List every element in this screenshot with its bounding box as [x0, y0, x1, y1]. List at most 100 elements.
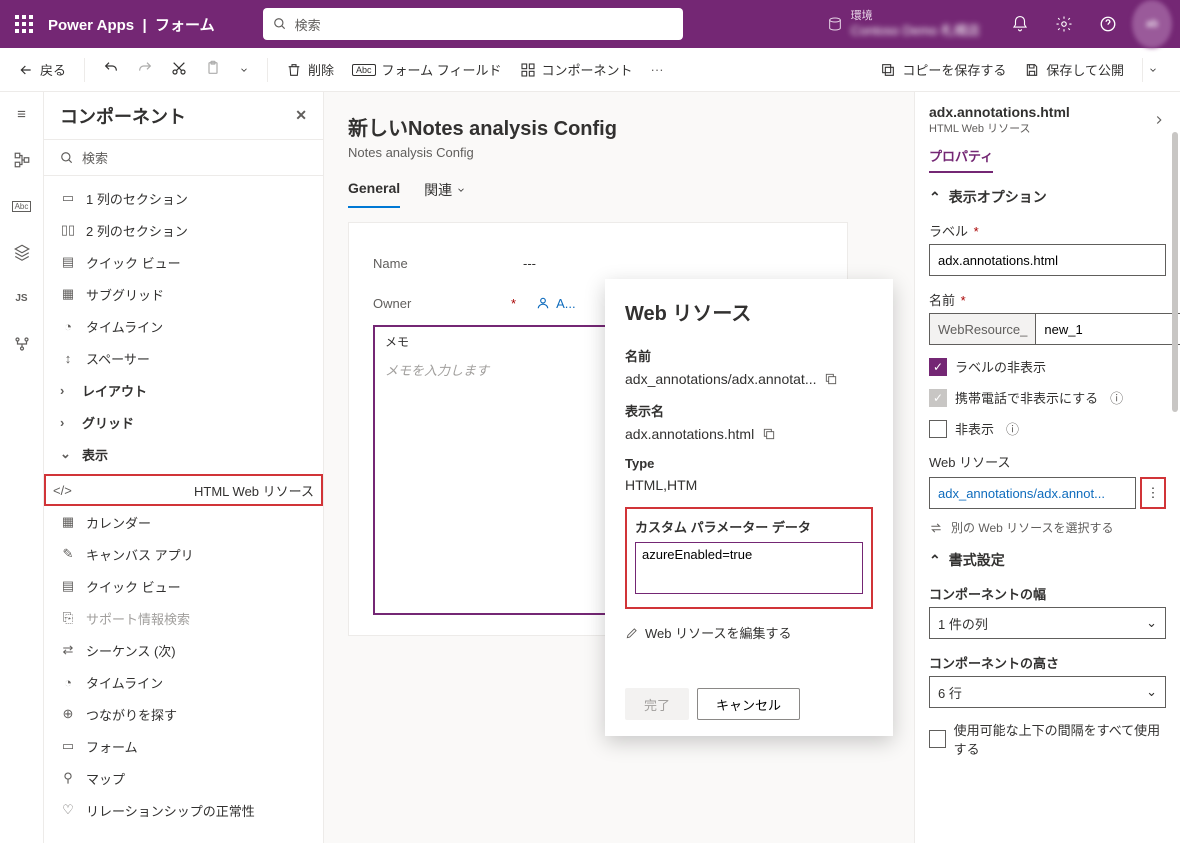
paste-icon [205, 60, 221, 76]
dialog-title: Web リソース [625, 297, 873, 326]
command-bar: 戻る 削除 Abc フォーム フィールド コンポーネント ··· コピーを保存す… [0, 48, 1180, 92]
copy-icon[interactable] [762, 427, 776, 441]
redo-icon [137, 60, 153, 76]
global-search[interactable]: 検索 [263, 8, 683, 40]
form-tabs: General 関連 [348, 180, 890, 208]
list-item[interactable]: ▭1 列のセクション [44, 182, 323, 214]
chevron-down-icon [456, 185, 466, 195]
list-item[interactable]: ▦カレンダー [44, 506, 323, 538]
custom-parameter-highlight: カスタム パラメーター データ [625, 507, 873, 609]
form-field-icon: Abc [352, 64, 376, 76]
web-resource-value[interactable]: adx_annotations/adx.annot... [929, 477, 1136, 509]
name-prefix: WebResource_ [929, 313, 1035, 345]
cut-button[interactable] [171, 60, 187, 79]
copy-icon[interactable] [824, 372, 838, 386]
list-item[interactable]: ⇄シーケンス (次) [44, 634, 323, 666]
page-title: 新しいNotes analysis Config [348, 112, 890, 141]
group-grid[interactable]: ›グリッド [44, 406, 323, 438]
save-publish-icon [1024, 62, 1040, 78]
trash-icon [286, 62, 302, 78]
custom-parameter-input[interactable] [635, 542, 863, 594]
undo-icon [103, 60, 119, 76]
list-item[interactable]: ▦サブグリッド [44, 278, 323, 310]
list-item[interactable]: ◔タイムライン [44, 310, 323, 342]
use-space-checkbox[interactable]: 使用可能な上下の間隔をすべて使用する [929, 720, 1166, 758]
chevron-down-icon[interactable] [239, 65, 249, 75]
undo-button[interactable] [103, 60, 119, 79]
hide-phone-checkbox[interactable]: ✓携帯電話で非表示にするⓘ [929, 388, 1166, 407]
list-item[interactable]: ▤クイック ビュー [44, 570, 323, 602]
form-canvas: 新しいNotes analysis Config Notes analysis … [324, 92, 914, 843]
environment-icon [827, 16, 843, 32]
notifications-icon[interactable] [1000, 0, 1040, 48]
component-width-select[interactable]: 1 件の列⌄ [929, 607, 1166, 639]
environment-picker[interactable]: 環境 Contoso Demo 札幌店 [827, 10, 980, 39]
list-item[interactable]: ⚲マップ [44, 762, 323, 794]
overflow-button[interactable]: ··· [651, 62, 664, 77]
cut-icon [171, 60, 187, 76]
save-split-chevron[interactable] [1142, 58, 1162, 82]
web-resource-dialog: Web リソース 名前 adx_annotations/adx.annotat.… [605, 279, 893, 736]
component-height-select[interactable]: 6 行⌄ [929, 676, 1166, 708]
rail-data-icon[interactable] [6, 328, 38, 360]
group-display[interactable]: ⌄表示 [44, 438, 323, 470]
save-copy-button[interactable]: コピーを保存する [880, 60, 1006, 79]
close-icon[interactable]: ✕ [295, 107, 307, 124]
app-launcher-icon[interactable] [8, 8, 40, 40]
group-layout[interactable]: ›レイアウト [44, 374, 323, 406]
list-item[interactable]: ◔タイムライン [44, 666, 323, 698]
rail-tree-icon[interactable] [6, 144, 38, 176]
tab-properties[interactable]: プロパティ [929, 146, 993, 173]
rail-layers-icon[interactable] [6, 236, 38, 268]
list-item[interactable]: ▭フォーム [44, 730, 323, 762]
list-item[interactable]: ▤クイック ビュー [44, 246, 323, 278]
scrollbar[interactable] [1172, 132, 1178, 412]
delete-button[interactable]: 削除 [286, 60, 334, 79]
hide-label-checkbox[interactable]: ✓ラベルの非表示 [929, 357, 1166, 376]
switch-icon [929, 521, 943, 535]
list-item-html-web-resource[interactable]: </>HTML Web リソース [44, 474, 323, 506]
components-list: ▭1 列のセクション ▯▯2 列のセクション ▤クイック ビュー ▦サブグリッド… [44, 176, 323, 843]
section-display-options[interactable]: ⌃表示オプション [929, 187, 1166, 207]
list-item[interactable]: ↕スペーサー [44, 342, 323, 374]
redo-button[interactable] [137, 60, 153, 79]
rail-code-icon[interactable]: JS [6, 282, 38, 314]
hide-checkbox[interactable]: 非表示ⓘ [929, 419, 1166, 438]
component-button[interactable]: コンポーネント [520, 60, 633, 79]
select-other-web-resource[interactable]: 別の Web リソースを選択する [929, 519, 1166, 536]
cancel-button[interactable]: キャンセル [697, 688, 800, 720]
back-button[interactable]: 戻る [18, 60, 66, 79]
rail-field-icon[interactable]: Abc [6, 190, 38, 222]
name-input[interactable] [1035, 313, 1180, 345]
list-item[interactable]: ✎キャンバス アプリ [44, 538, 323, 570]
section-format[interactable]: ⌃書式設定 [929, 550, 1166, 570]
info-icon[interactable]: ⓘ [1006, 419, 1019, 438]
components-search[interactable]: 検索 [44, 140, 323, 176]
info-icon[interactable]: ⓘ [1110, 388, 1123, 407]
left-rail: ≡ Abc JS [0, 92, 44, 843]
save-publish-button[interactable]: 保存して公開 [1024, 60, 1124, 79]
form-field-button[interactable]: Abc フォーム フィールド [352, 60, 501, 79]
search-placeholder: 検索 [295, 15, 321, 34]
app-topbar: Power Apps | フォーム 検索 環境 Contoso Demo 札幌店… [0, 0, 1180, 48]
tab-general[interactable]: General [348, 180, 400, 208]
list-item[interactable]: ⊕つながりを探す [44, 698, 323, 730]
field-name[interactable]: Name --- [373, 243, 823, 283]
user-avatar[interactable]: ab [1132, 0, 1172, 48]
help-icon[interactable] [1088, 0, 1128, 48]
chevron-right-icon[interactable] [1152, 113, 1166, 127]
list-item[interactable]: ▯▯2 列のセクション [44, 214, 323, 246]
app-brand: Power Apps | フォーム [48, 14, 215, 35]
tab-related[interactable]: 関連 [424, 180, 466, 208]
web-resource-more-button[interactable]: ⋮ [1140, 477, 1166, 509]
pencil-icon [625, 626, 639, 640]
done-button[interactable]: 完了 [625, 688, 689, 720]
rail-menu-icon[interactable]: ≡ [6, 98, 38, 130]
paste-button[interactable] [205, 60, 221, 79]
label-input[interactable] [929, 244, 1166, 276]
list-item[interactable]: ♡リレーションシップの正常性 [44, 794, 323, 826]
settings-icon[interactable] [1044, 0, 1084, 48]
back-arrow-icon [18, 62, 34, 78]
edit-web-resource-link[interactable]: Web リソースを編集する [625, 623, 873, 642]
list-item: ⎘サポート情報検索 [44, 602, 323, 634]
